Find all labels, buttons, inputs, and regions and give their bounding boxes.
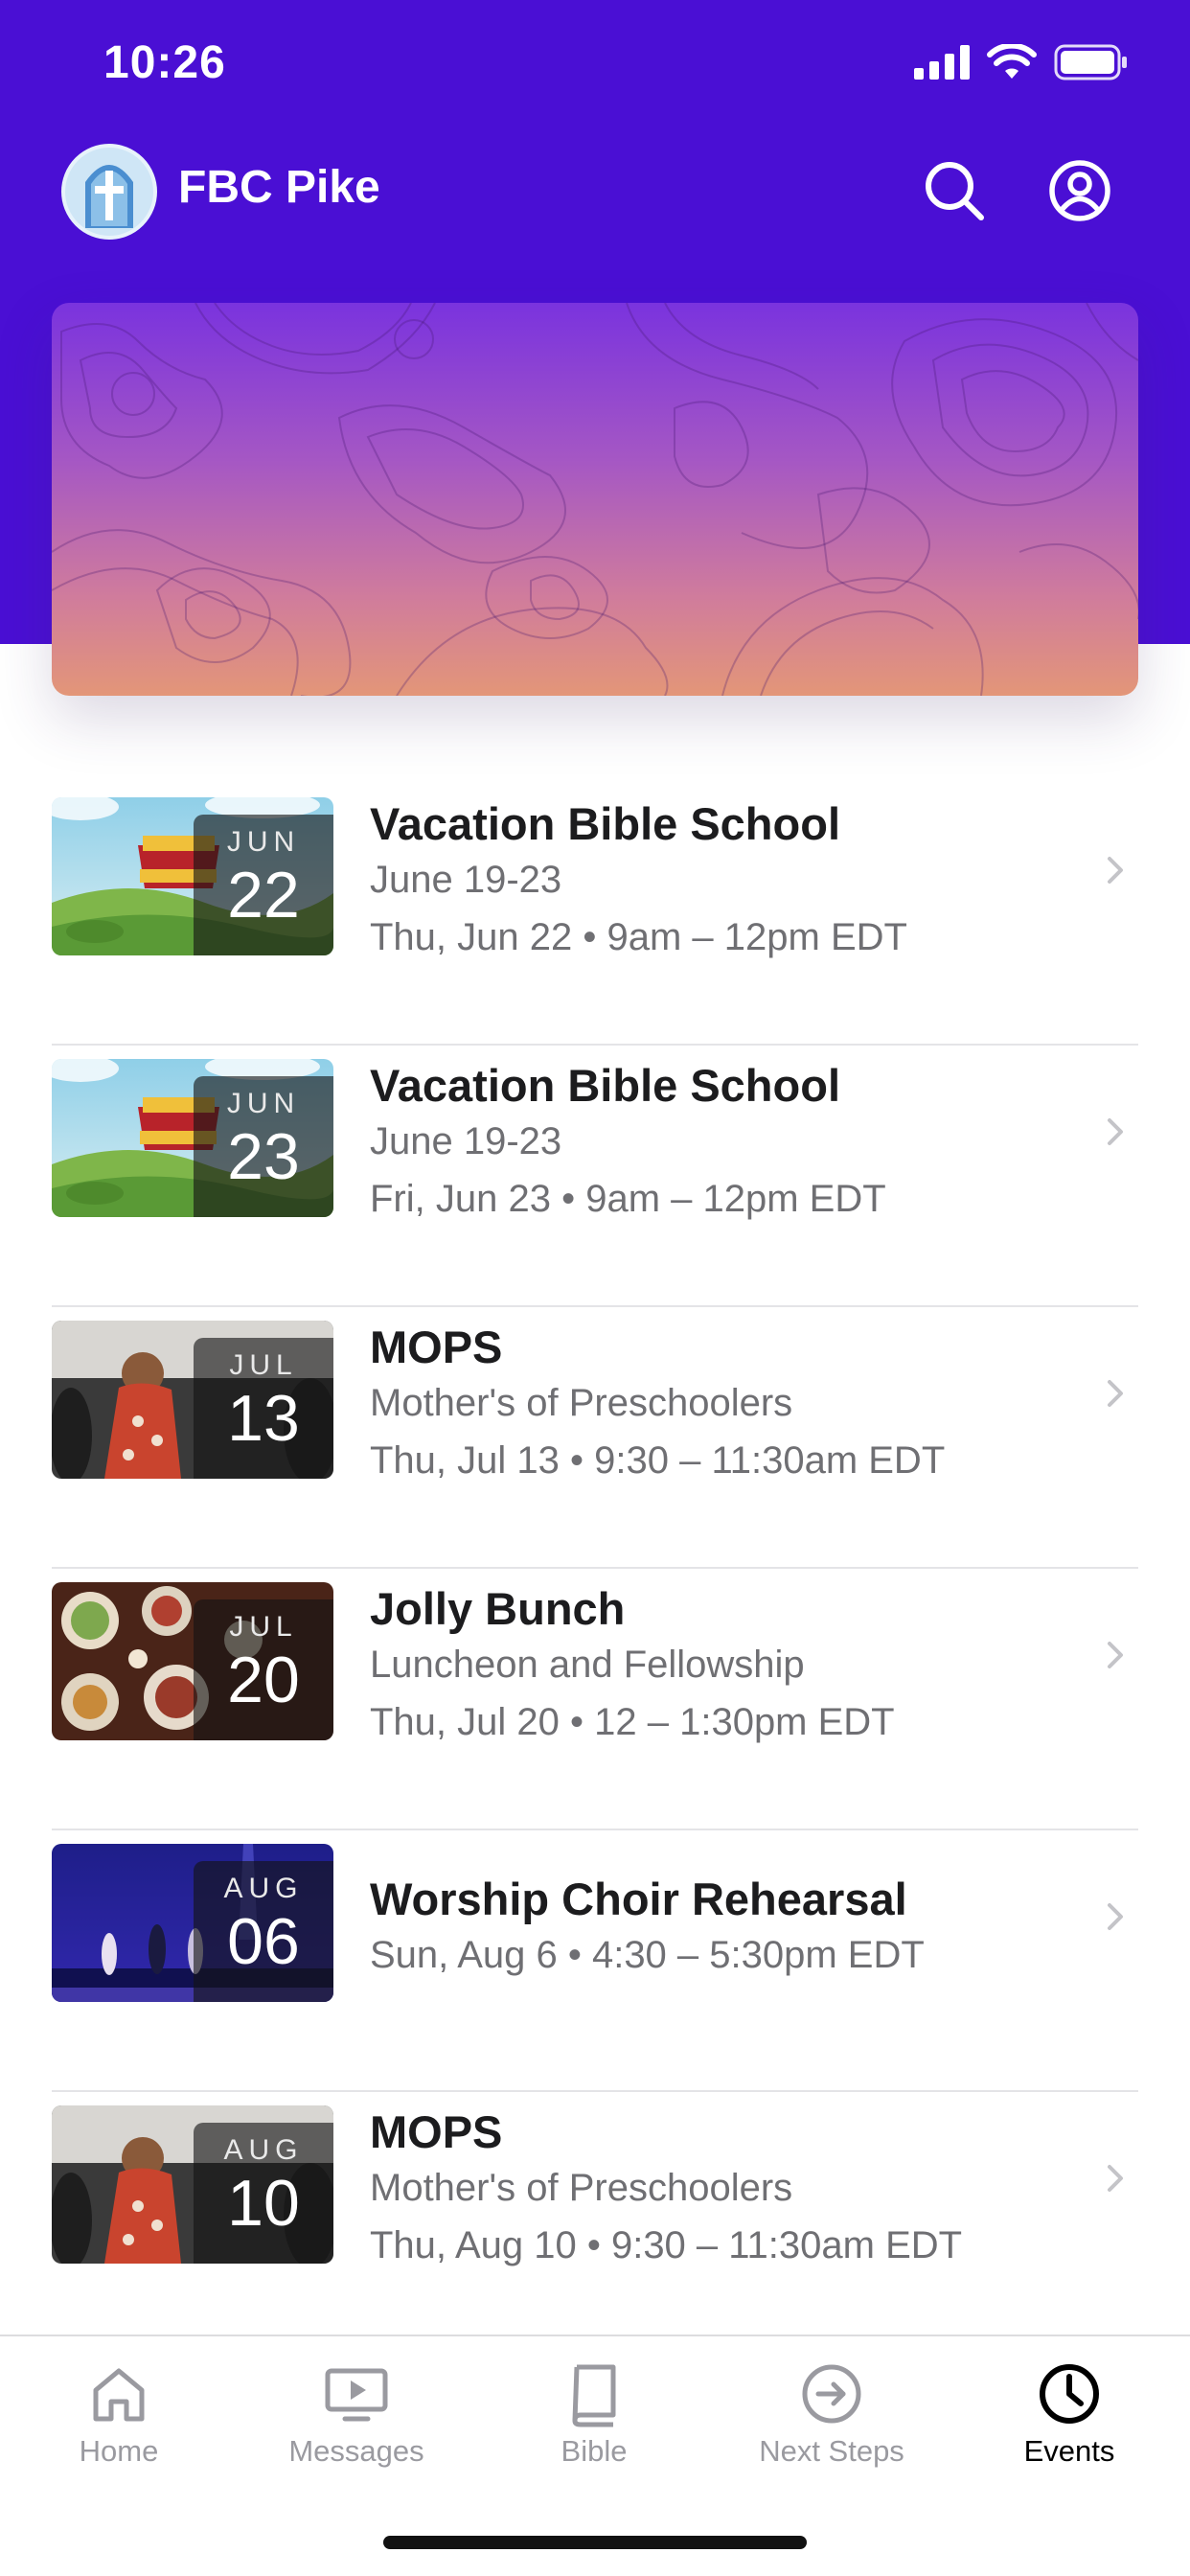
date-badge: AUG 10	[194, 2123, 333, 2264]
date-month: JUN	[226, 1088, 301, 1119]
event-datetime: Thu, Jul 13 • 9:30 – 11:30am EDT	[370, 1439, 946, 1482]
event-datetime: Thu, Jul 20 • 12 – 1:30pm EDT	[370, 1701, 895, 1743]
tab-label: Bible	[561, 2434, 628, 2468]
tab-bible[interactable]: Bible	[475, 2354, 713, 2497]
event-title: MOPS	[370, 1322, 503, 1372]
event-thumbnail: JUL 13	[52, 1321, 333, 1479]
date-day: 06	[227, 1905, 300, 1978]
event-item[interactable]: JUL 20 Jolly Bunch Luncheon and Fellowsh…	[52, 1569, 1138, 1830]
event-thumbnail: AUG 10	[52, 2105, 333, 2264]
date-badge: AUG 06	[194, 1861, 333, 2002]
event-title: Worship Choir Rehearsal	[370, 1874, 907, 1924]
date-day: 10	[227, 2167, 300, 2240]
signal-icon	[914, 45, 970, 80]
event-subtitle: June 19-23	[370, 859, 562, 901]
chevron-right-icon	[1108, 1380, 1123, 1407]
event-subtitle: June 19-23	[370, 1120, 562, 1162]
tab-home[interactable]: Home	[0, 2354, 238, 2497]
event-subtitle: Mother's of Preschoolers	[370, 1382, 793, 1424]
event-thumbnail: AUG 06	[52, 1844, 333, 2002]
event-text: MOPS Mother's of Preschoolers Thu, Aug 1…	[370, 2092, 1060, 2274]
event-subtitle: Luncheon and Fellowship	[370, 1644, 805, 1686]
event-datetime: Thu, Jun 22 • 9am – 12pm EDT	[370, 916, 907, 958]
search-icon	[926, 162, 984, 220]
church-window-icon	[85, 165, 133, 228]
date-day: 20	[227, 1644, 300, 1716]
event-text: Vacation Bible School June 19-23 Fri, Ju…	[370, 1046, 1060, 1228]
date-month: AUG	[223, 1873, 304, 1904]
chevron-right-icon	[1108, 1903, 1123, 1930]
event-title: MOPS	[370, 2106, 503, 2157]
profile-button[interactable]	[1037, 148, 1123, 234]
tab-label: Events	[1023, 2434, 1115, 2468]
date-month: JUN	[226, 826, 301, 858]
date-badge: JUL 13	[194, 1338, 333, 1479]
event-text: Jolly Bunch Luncheon and Fellowship Thu,…	[370, 1569, 1060, 1751]
tab-label: Messages	[288, 2434, 424, 2468]
tab-events[interactable]: Events	[950, 2354, 1188, 2497]
arrow-circle-icon	[802, 2364, 861, 2424]
event-item[interactable]: JUN 23 Vacation Bible School June 19-23 …	[52, 1046, 1138, 1307]
chevron-right-icon	[1108, 1118, 1123, 1145]
tab-messages[interactable]: Messages	[238, 2354, 475, 2497]
hero-banner[interactable]	[52, 303, 1138, 696]
topographic-pattern	[52, 303, 1138, 696]
tab-label: Home	[79, 2434, 159, 2468]
church-name: FBC Pike	[178, 162, 380, 213]
date-day: 23	[227, 1120, 300, 1193]
event-text: Vacation Bible School June 19-23 Thu, Ju…	[370, 784, 1060, 966]
date-month: AUG	[223, 2134, 304, 2166]
home-icon	[93, 2368, 145, 2422]
video-icon	[325, 2368, 388, 2422]
status-bar: 10:26	[0, 0, 1190, 134]
date-month: JUL	[229, 1349, 298, 1381]
chevron-right-icon	[1108, 2165, 1123, 2192]
clock-icon	[1040, 2364, 1099, 2424]
event-thumbnail: JUN 22	[52, 797, 333, 955]
event-subtitle: Mother's of Preschoolers	[370, 2167, 793, 2209]
chevron-right-icon	[1108, 1642, 1123, 1668]
status-time: 10:26	[103, 37, 226, 88]
home-indicator[interactable]	[383, 2536, 807, 2549]
date-badge: JUN 22	[194, 815, 333, 955]
date-badge: JUL 20	[194, 1599, 333, 1740]
church-logo[interactable]	[61, 144, 157, 240]
event-text: Worship Choir Rehearsal Sun, Aug 6 • 4:3…	[370, 1859, 1060, 1984]
date-month: JUL	[229, 1611, 298, 1643]
event-item[interactable]: JUL 13 MOPS Mother's of Preschoolers Thu…	[52, 1307, 1138, 1569]
event-title: Vacation Bible School	[370, 798, 840, 849]
event-title: Jolly Bunch	[370, 1583, 626, 1634]
event-item[interactable]: AUG 06 Worship Choir Rehearsal Sun, Aug …	[52, 1830, 1138, 2092]
event-title: Vacation Bible School	[370, 1060, 840, 1111]
chevron-right-icon	[1108, 857, 1123, 884]
app-header: FBC Pike	[0, 134, 1190, 249]
date-day: 22	[227, 859, 300, 932]
wifi-icon	[987, 44, 1037, 79]
event-list: JUN 22 Vacation Bible School June 19-23 …	[52, 784, 1138, 2354]
event-datetime: Sun, Aug 6 • 4:30 – 5:30pm EDT	[370, 1934, 925, 1976]
event-item[interactable]: JUN 22 Vacation Bible School June 19-23 …	[52, 784, 1138, 1046]
tab-label: Next Steps	[759, 2434, 904, 2468]
event-datetime: Thu, Aug 10 • 9:30 – 11:30am EDT	[370, 2224, 963, 2266]
date-day: 13	[227, 1382, 300, 1455]
event-datetime: Fri, Jun 23 • 9am – 12pm EDT	[370, 1178, 886, 1220]
user-circle-icon	[1049, 160, 1110, 221]
event-thumbnail: JUN 23	[52, 1059, 333, 1217]
event-thumbnail: JUL 20	[52, 1582, 333, 1740]
battery-icon	[1054, 44, 1127, 80]
status-icons	[914, 44, 1129, 80]
date-badge: JUN 23	[194, 1076, 333, 1217]
search-button[interactable]	[911, 148, 997, 234]
book-icon	[572, 2364, 616, 2427]
event-text: MOPS Mother's of Preschoolers Thu, Jul 1…	[370, 1307, 1060, 1489]
event-item[interactable]: AUG 10 MOPS Mother's of Preschoolers Thu…	[52, 2092, 1138, 2354]
tab-next-steps[interactable]: Next Steps	[713, 2354, 950, 2497]
